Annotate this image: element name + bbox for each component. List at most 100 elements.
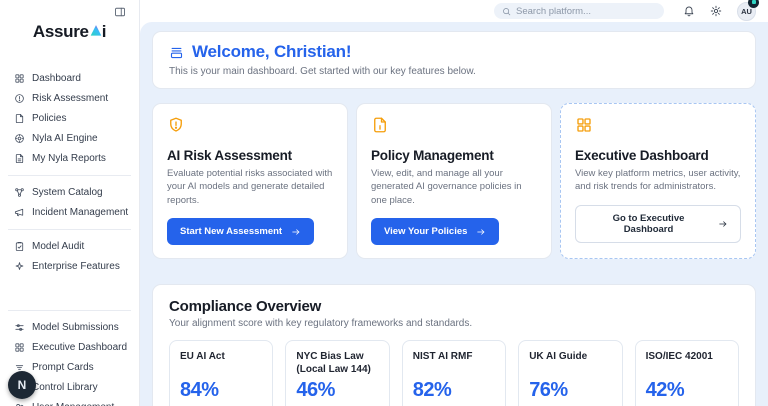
feature-title: AI Risk Assessment [167, 148, 292, 163]
sidebar-item-incident-management[interactable]: Incident Management [8, 202, 131, 222]
sidebar-item-system-catalog[interactable]: System Catalog [8, 182, 131, 202]
compliance-card-nist-ai-rmf: NIST AI RMF82%Low Risk [401, 340, 507, 406]
framework-name: NIST AI RMF [412, 351, 473, 363]
feature-description: Evaluate potential risks associated with… [167, 168, 333, 206]
compliance-card-eu-ai-act: EU AI Act84%Low Risk [169, 340, 274, 406]
main-area: AU Welcome, Christian! This is your main… [140, 0, 768, 406]
sidebar-item-label: System Catalog [32, 186, 103, 198]
sidebar-item-dashboard[interactable]: Dashboard [8, 68, 131, 88]
feature-title: Policy Management [371, 148, 494, 163]
compliance-title: Compliance Overview [169, 298, 322, 316]
compliance-card-nyc-bias-law-local-law-144-: NYC Bias Law (Local Law 144)46%High Risk [285, 340, 390, 406]
sidebar-collapse-icon[interactable] [114, 5, 126, 17]
compliance-score: 76% [529, 379, 568, 402]
bell-icon[interactable] [683, 5, 695, 17]
nav-section: Model Audit Enterprise Features [8, 229, 131, 278]
compliance-card-uk-ai-guide: UK AI Guide76%Medium Risk [518, 340, 623, 406]
sidebar-item-label: Nyla AI Engine [32, 132, 98, 144]
sidebar-item-label: Incident Management [32, 206, 129, 218]
feature-description: View, edit, and manage all your generate… [371, 168, 522, 206]
sidebar-item-label: User Management [32, 402, 114, 406]
framework-name: UK AI Guide [529, 351, 588, 363]
feature-button-start-new-assessment[interactable]: Start New Assessment [167, 218, 315, 246]
brand-text-prefix: Assure [32, 22, 89, 41]
sidebar-item-label: Executive Dashboard [32, 341, 128, 353]
sidebar-item-label: Control Library [32, 381, 98, 393]
sidebar-item-enterprise-features[interactable]: Enterprise Features [8, 256, 131, 276]
sidebar-item-risk-assessment[interactable]: Risk Assessment [8, 88, 131, 108]
megaphone-icon [14, 207, 25, 218]
feature-description: View key platform metrics, user activity… [575, 168, 741, 193]
welcome-title: Welcome, Christian! [192, 42, 352, 61]
sidebar-item-model-audit[interactable]: Model Audit [8, 236, 131, 256]
sidebar-item-policies[interactable]: Policies [8, 108, 131, 128]
feature-title: Executive Dashboard [575, 148, 709, 163]
file-text-icon [14, 153, 25, 164]
sidebar-item-executive-dashboard[interactable]: Executive Dashboard [8, 337, 131, 357]
sidebar-item-label: My Nyla Reports [32, 152, 106, 164]
sidebar-item-user-management[interactable]: User Management [8, 397, 131, 406]
feature-cards-row: AI Risk Assessment Evaluate potential ris… [152, 103, 756, 260]
brand-text-suffix: i [101, 22, 107, 41]
feature-button-label: Go to Executive Dashboard [612, 212, 685, 235]
gear-icon[interactable] [710, 5, 722, 17]
clipboard-check-icon [14, 241, 25, 252]
compliance-overview-panel: Compliance Overview Your alignment score… [152, 284, 756, 406]
sidebar-item-label: Model Audit [32, 240, 85, 252]
topbar: AU [140, 0, 768, 22]
feature-button-label: Start New Assessment [180, 226, 283, 238]
framework-name: EU AI Act [180, 351, 225, 363]
feature-card-policy-management: Policy Management View, edit, and manage … [356, 103, 552, 260]
arrow-right-icon [291, 227, 301, 237]
engine-icon [14, 133, 25, 144]
sidebar-item-my-nyla-reports[interactable]: My Nyla Reports [8, 148, 131, 168]
brand-logo: Assure i [0, 22, 139, 42]
compliance-cards-grid: EU AI Act84%Low RiskNYC Bias Law (Local … [169, 340, 739, 406]
feature-card-ai-risk-assessment: AI Risk Assessment Evaluate potential ris… [152, 103, 348, 260]
search-icon [502, 7, 511, 16]
brand-gradient-a-icon [90, 22, 102, 42]
shield-alert-icon [167, 116, 185, 134]
arrow-right-icon [718, 219, 728, 229]
avatar-initials: AU [741, 6, 752, 16]
framework-name: NYC Bias Law (Local Law 144) [296, 351, 371, 375]
arrow-right-icon [476, 227, 486, 237]
compliance-score: 84% [180, 379, 219, 402]
nodes-icon [14, 187, 25, 198]
user-avatar[interactable]: AU [737, 0, 759, 21]
sidebar-item-nyla-ai-engine[interactable]: Nyla AI Engine [8, 128, 131, 148]
search-box[interactable] [494, 3, 664, 19]
sidebar-item-model-submissions[interactable]: Model Submissions [8, 317, 131, 337]
grid-icon [14, 342, 25, 353]
nav-section: Dashboard Risk Assessment Policies Nyla AI … [8, 66, 131, 170]
grid-icon [575, 116, 593, 134]
feature-card-executive-dashboard: Executive Dashboard View key platform met… [560, 103, 756, 260]
welcome-subtitle: This is your main dashboard. Get started… [169, 66, 476, 77]
feature-button-go-to-executive-dashboard[interactable]: Go to Executive Dashboard [575, 204, 741, 243]
doc-policy-icon [371, 116, 389, 134]
nav-section: System Catalog Incident Management [8, 175, 131, 224]
sliders-icon [14, 322, 25, 333]
floating-n-button[interactable]: N [8, 371, 36, 399]
sidebar-item-label: Risk Assessment [32, 92, 109, 104]
sidebar-item-label: Dashboard [32, 72, 81, 84]
sidebar-item-label: Policies [32, 112, 67, 124]
search-input[interactable] [516, 5, 656, 17]
feature-button-label: View Your Policies [384, 226, 468, 238]
compliance-score: 46% [296, 379, 335, 402]
sidebar-item-label: Enterprise Features [32, 260, 120, 272]
sparkle-icon [14, 261, 25, 272]
users-icon [14, 402, 25, 406]
framework-name: ISO/IEC 42001 [645, 351, 713, 363]
sidebar-item-label: Prompt Cards [32, 361, 94, 373]
feature-button-view-your-policies[interactable]: View Your Policies [371, 218, 500, 246]
file-icon [14, 113, 25, 124]
sidebar-item-label: Model Submissions [32, 321, 119, 333]
app-window: Assure i Dashboard Risk Assessment Policies… [0, 0, 768, 406]
welcome-banner: Welcome, Christian! This is your main da… [152, 31, 756, 89]
dashboard-content: Welcome, Christian! This is your main da… [140, 22, 768, 406]
compliance-score: 42% [645, 379, 685, 402]
grid-icon [14, 73, 25, 84]
sidebar: Assure i Dashboard Risk Assessment Policies… [0, 0, 140, 406]
recording-badge-icon [748, 0, 759, 8]
